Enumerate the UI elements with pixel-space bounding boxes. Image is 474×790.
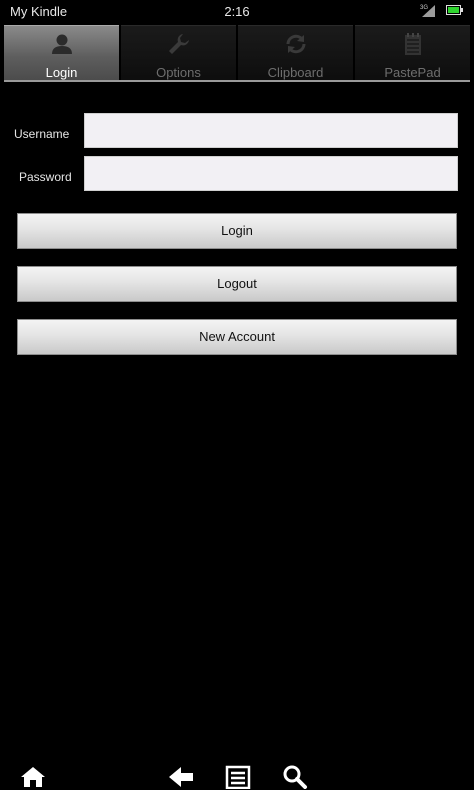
- signal-icon: 3G: [420, 5, 435, 17]
- password-label: Password: [19, 170, 72, 184]
- tab-divider: [4, 80, 470, 82]
- battery-icon: [446, 5, 463, 15]
- back-icon[interactable]: [168, 765, 194, 789]
- username-label: Username: [14, 127, 70, 141]
- tab-options-label: Options: [156, 65, 201, 80]
- tab-login-label: Login: [45, 65, 78, 80]
- person-icon: [51, 34, 72, 54]
- tab-pastepad-label: PastePad: [384, 65, 441, 80]
- tab-clipboard[interactable]: Clipboard: [238, 25, 353, 82]
- bottom-nav: [0, 752, 474, 790]
- tab-login[interactable]: Login: [4, 25, 119, 82]
- username-input[interactable]: [84, 113, 458, 148]
- tab-options[interactable]: Options: [121, 25, 236, 82]
- home-icon[interactable]: [20, 765, 46, 789]
- status-bar: My Kindle 2:16 3G: [0, 0, 474, 24]
- password-input[interactable]: [84, 156, 458, 191]
- search-icon[interactable]: [282, 765, 308, 789]
- sync-icon: [286, 34, 305, 54]
- menu-icon[interactable]: [225, 765, 251, 789]
- tab-clipboard-label: Clipboard: [267, 65, 324, 80]
- new-account-button[interactable]: New Account: [17, 319, 457, 355]
- notepad-icon: [404, 33, 421, 55]
- wrench-icon: [168, 34, 189, 54]
- login-button[interactable]: Login: [17, 213, 457, 249]
- clock: 2:16: [224, 4, 250, 19]
- logout-button[interactable]: Logout: [17, 266, 457, 302]
- tab-pastepad[interactable]: PastePad: [355, 25, 470, 82]
- svg-text:3G: 3G: [420, 5, 428, 11]
- tab-bar: Login Options Clipboard PastePad: [4, 25, 470, 82]
